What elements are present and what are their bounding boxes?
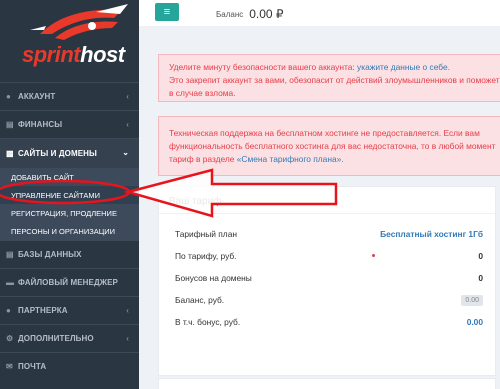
sidebar-item-partners[interactable]: ● Партнерка ‹ bbox=[0, 296, 139, 324]
tariff-row-label: По тарифу, руб. bbox=[175, 251, 237, 261]
alert-text: в случае взлома. bbox=[169, 88, 236, 98]
balance-label: Баланс bbox=[216, 10, 244, 19]
database-icon: ▤ bbox=[6, 250, 14, 259]
sidebar-item-label: Финансы bbox=[18, 120, 63, 129]
user-icon: ● bbox=[6, 92, 11, 101]
tariff-row: Баланс, руб. 0.00 bbox=[175, 289, 483, 311]
tariff-row-value: 0 bbox=[478, 273, 483, 283]
tariff-row-label: Баланс, руб. bbox=[175, 295, 225, 305]
alert-text: . bbox=[341, 154, 344, 164]
sidebar-item-databases[interactable]: ▤ Базы данных bbox=[0, 240, 139, 268]
divider bbox=[159, 213, 495, 214]
sidebar-item-account[interactable]: ● Аккаунт ‹ bbox=[0, 82, 139, 110]
tariff-row-value: 0 bbox=[478, 251, 483, 261]
tariff-row-value: 0.00 bbox=[466, 317, 483, 327]
tariff-row: В т.ч. бонус, руб. 0.00 bbox=[175, 311, 483, 333]
sidebar-item-label: Базы данных bbox=[18, 250, 82, 259]
change-tariff-link[interactable]: «Смена тарифного плана» bbox=[237, 154, 342, 164]
profile-data-link[interactable]: укажите данные о себе bbox=[357, 62, 448, 72]
alert-text: Уделите минуту безопасности вашего аккау… bbox=[169, 62, 358, 72]
chevron-left-icon: ‹ bbox=[126, 334, 129, 343]
hamburger-icon: ≡ bbox=[163, 6, 171, 18]
sidebar-item-mail[interactable]: ✉ Почта bbox=[0, 352, 139, 380]
tariff-plan-link[interactable]: Бесплатный хостинг 1Гб bbox=[380, 229, 483, 239]
alert-text: тариф в разделе bbox=[169, 154, 237, 164]
tariff-card: Ваш тариф Тарифный план Бесплатный хости… bbox=[158, 186, 496, 376]
sidebar-item-file-manager[interactable]: ▬ Файловый менеджер bbox=[0, 268, 139, 296]
settings-icon: ⚙ bbox=[6, 334, 14, 343]
tariff-row: По тарифу, руб. 0 bbox=[175, 245, 483, 267]
balance-value: 0.00 ₽ bbox=[249, 7, 284, 21]
sprinthost-logo[interactable]: sprinthost bbox=[0, 0, 139, 82]
wallet-icon: ▤ bbox=[6, 120, 14, 129]
chevron-left-icon: ‹ bbox=[126, 306, 129, 315]
logo-car-icon bbox=[30, 4, 128, 40]
tariff-row-label: Тарифный план bbox=[175, 229, 237, 239]
logo-sprint-text: sprint bbox=[22, 42, 81, 67]
balance-badge: 0.00 bbox=[461, 294, 483, 306]
sidebar-subitem-persons[interactable]: Персоны и организации bbox=[0, 222, 139, 240]
sidebar-item-label: Сайты и домены bbox=[18, 149, 97, 158]
alert-text: Техническая поддержка на бесплатном хост… bbox=[169, 128, 480, 138]
folder-icon: ▬ bbox=[6, 278, 15, 287]
sidebar-submenu: Добавить сайт Управление сайтами Регистр… bbox=[0, 168, 139, 240]
sidebar-item-label: Файловый менеджер bbox=[18, 278, 118, 287]
tariff-row-label: Бонусов на домены bbox=[175, 273, 252, 283]
alert-text: функциональность бесплатного хостинга дл… bbox=[169, 141, 496, 151]
sidebar-subitem-add-site[interactable]: Добавить сайт bbox=[0, 168, 139, 186]
mail-icon: ✉ bbox=[6, 362, 13, 371]
sidebar-item-finance[interactable]: ▤ Финансы ‹ bbox=[0, 110, 139, 138]
chevron-down-icon: ⌄ bbox=[122, 148, 129, 157]
sidebar-subitem-registration[interactable]: Регистрация, продление bbox=[0, 204, 139, 222]
chevron-left-icon: ‹ bbox=[126, 92, 129, 101]
users-icon: ● bbox=[6, 306, 11, 315]
sidebar-item-sites-domains[interactable]: ▩ Сайты и домены ⌄ bbox=[0, 138, 139, 168]
sidebar-subitem-manage-sites[interactable]: Управление сайтами bbox=[0, 186, 139, 204]
chevron-left-icon: ‹ bbox=[126, 120, 129, 129]
sidebar-nav: ● Аккаунт ‹ ▤ Финансы ‹ ▩ Сайты и домены… bbox=[0, 82, 139, 380]
sidebar-item-label: Почта bbox=[18, 362, 47, 371]
sidebar-item-label: Партнерка bbox=[18, 306, 68, 315]
sidebar-item-label: Дополнительно bbox=[18, 334, 94, 343]
sidebar-item-label: Аккаунт bbox=[18, 92, 56, 101]
topbar: ≡ Баланс 0.00 ₽ bbox=[139, 0, 500, 26]
tariff-row: Бонусов на домены 0 bbox=[175, 267, 483, 289]
support-alert: Техническая поддержка на бесплатном хост… bbox=[158, 116, 500, 176]
security-alert: Уделите минуту безопасности вашего аккау… bbox=[158, 54, 500, 102]
logo-wordmark: sprinthost bbox=[22, 42, 125, 68]
tariff-row-label: В т.ч. бонус, руб. bbox=[175, 317, 241, 327]
tariff-card-title: Ваш тариф bbox=[169, 196, 222, 207]
sitemap-icon: ▩ bbox=[6, 149, 14, 158]
main-content: Уделите минуту безопасности вашего аккау… bbox=[139, 26, 500, 389]
logo-host-text: host bbox=[80, 42, 125, 67]
tariff-row: Тарифный план Бесплатный хостинг 1Гб bbox=[175, 223, 483, 245]
sidebar-item-additional[interactable]: ⚙ Дополнительно ‹ bbox=[0, 324, 139, 352]
sidebar: sprinthost ● Аккаунт ‹ ▤ Финансы ‹ ▩ Сай… bbox=[0, 0, 139, 389]
secondary-card bbox=[158, 378, 496, 389]
red-dot-marker bbox=[372, 254, 375, 257]
alert-text: Это закрепит аккаунт за вами, обезопасит… bbox=[169, 75, 500, 85]
balance-display: Баланс 0.00 ₽ bbox=[216, 6, 284, 21]
menu-toggle-button[interactable]: ≡ bbox=[155, 3, 179, 21]
